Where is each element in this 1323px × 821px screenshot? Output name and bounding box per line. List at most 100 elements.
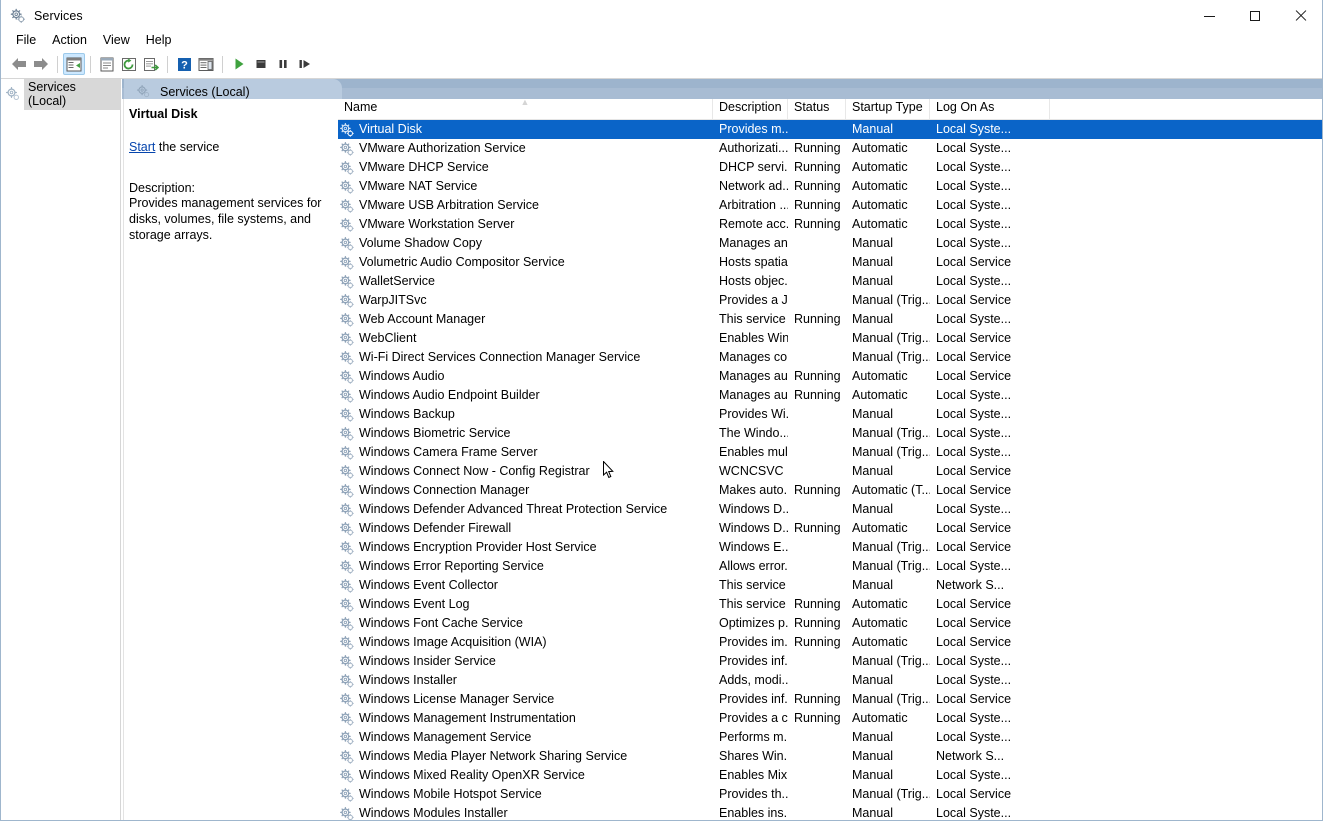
table-row[interactable]: Windows Audio Manages au... Running Automat… [338, 367, 1322, 386]
table-row[interactable]: Windows Insider Service Provides inf... Ma… [338, 652, 1322, 671]
cell-startup: Manual (Trig... [852, 787, 930, 801]
table-row[interactable]: VMware Workstation Server Remote acc... Ru… [338, 215, 1322, 234]
table-row[interactable]: VMware DHCP Service DHCP servi... Running A… [338, 158, 1322, 177]
cell-name: Wi-Fi Direct Services Connection Manager… [338, 348, 713, 367]
start-service-link[interactable]: Start [129, 140, 155, 154]
service-gear-icon [339, 768, 355, 784]
pause-service-icon[interactable] [272, 53, 294, 75]
service-action-rest: the service [155, 140, 220, 154]
column-header-desc[interactable]: Description [713, 99, 788, 119]
table-row[interactable]: Volume Shadow Copy Manages an... Manual Loc… [338, 234, 1322, 253]
table-row[interactable]: VMware USB Arbitration Service Arbitratio… [338, 196, 1322, 215]
table-row[interactable]: Windows Event Collector This service ... M… [338, 576, 1322, 595]
table-row[interactable]: VMware Authorization Service Authorizati.… [338, 139, 1322, 158]
start-service-icon[interactable] [228, 53, 250, 75]
table-row[interactable]: Windows Defender Advanced Threat Protect… [338, 500, 1322, 519]
cell-logon: Local Syste... [936, 654, 1012, 668]
table-row[interactable]: Windows Connect Now - Config Registrar WC… [338, 462, 1322, 481]
table-row[interactable]: Web Account Manager This service ... Runni… [338, 310, 1322, 329]
cell-startup: Automatic [852, 597, 908, 611]
cell-startup: Manual [852, 749, 893, 763]
cell-desc: Provides a Jl... [719, 293, 788, 307]
cell-name: Windows Management Instrumentation [338, 709, 713, 728]
window-title: Services [34, 9, 83, 23]
maximize-button[interactable] [1232, 0, 1278, 32]
stop-service-icon[interactable] [250, 53, 272, 75]
sidebar-item-services-local[interactable]: Services (Local) [1, 78, 120, 110]
cell-name: Windows Media Player Network Sharing Ser… [338, 747, 713, 766]
column-header-name[interactable]: Name ▲ [338, 99, 713, 119]
table-row[interactable]: Virtual Disk Provides m... Manual Local Sys… [338, 120, 1322, 139]
cell-status: Running [794, 179, 841, 193]
show-hide-action-pane-icon[interactable] [195, 53, 217, 75]
table-row[interactable]: Windows Media Player Network Sharing Ser… [338, 747, 1322, 766]
close-button[interactable] [1278, 0, 1322, 32]
show-hide-tree-icon[interactable] [63, 53, 85, 75]
table-row[interactable]: Windows Biometric Service The Windo... Man… [338, 424, 1322, 443]
window-controls [1186, 0, 1322, 32]
cell-name: VMware USB Arbitration Service [338, 196, 713, 215]
cell-logon: Local Service [936, 635, 1012, 649]
table-row[interactable]: Windows Connection Manager Makes auto... R… [338, 481, 1322, 500]
restart-service-icon[interactable] [294, 53, 316, 75]
table-row[interactable]: Windows Image Acquisition (WIA) Provides … [338, 633, 1322, 652]
service-name-label: Windows Audio Endpoint Builder [359, 388, 540, 402]
table-row[interactable]: Windows Defender Firewall Windows D... Run… [338, 519, 1322, 538]
cell-desc: Provides Wi... [719, 407, 788, 421]
table-row[interactable]: Windows Encryption Provider Host Service… [338, 538, 1322, 557]
table-row[interactable]: Windows Installer Adds, modi... Manual Loca… [338, 671, 1322, 690]
table-row[interactable]: Windows Audio Endpoint Builder Manages au… [338, 386, 1322, 405]
refresh-icon[interactable] [118, 53, 140, 75]
menu-action[interactable]: Action [44, 31, 95, 50]
table-row[interactable]: Windows Modules Installer Enables ins... M… [338, 804, 1322, 820]
back-icon[interactable] [8, 53, 30, 75]
table-row[interactable]: WalletService Hosts objec... Manual Local S… [338, 272, 1322, 291]
export-list-icon[interactable] [140, 53, 162, 75]
table-row[interactable]: WarpJITSvc Provides a Jl... Manual (Trig..… [338, 291, 1322, 310]
table-row[interactable]: Windows Error Reporting Service Allows er… [338, 557, 1322, 576]
table-row[interactable]: Windows Font Cache Service Optimizes p...… [338, 614, 1322, 633]
service-name-label: VMware Workstation Server [359, 217, 515, 231]
cell-name: Windows Backup [338, 405, 713, 424]
cell-name: Windows Modules Installer [338, 804, 713, 820]
table-row[interactable]: Windows Mobile Hotspot Service Provides t… [338, 785, 1322, 804]
cell-name: VMware Workstation Server [338, 215, 713, 234]
table-row[interactable]: WebClient Enables Win... Manual (Trig... Lo… [338, 329, 1322, 348]
table-row[interactable]: Windows Camera Frame Server Enables mul..… [338, 443, 1322, 462]
minimize-button[interactable] [1186, 0, 1232, 32]
menu-help[interactable]: Help [138, 31, 180, 50]
cell-desc: Provides th... [719, 787, 788, 801]
services-table: Name ▲ Description Status Startup Type Log On… [338, 99, 1322, 820]
cell-name: Windows Mixed Reality OpenXR Service [338, 766, 713, 785]
table-row[interactable]: Windows License Manager Service Provides … [338, 690, 1322, 709]
table-row[interactable]: Windows Management Instrumentation Provid… [338, 709, 1322, 728]
help-icon[interactable]: ? [173, 53, 195, 75]
table-row[interactable]: Windows Backup Provides Wi... Manual Local … [338, 405, 1322, 424]
cell-name: Volumetric Audio Compositor Service [338, 253, 713, 272]
cell-name: Windows Error Reporting Service [338, 557, 713, 576]
cell-startup: Manual [852, 236, 893, 250]
service-name-label: Wi-Fi Direct Services Connection Manager… [359, 350, 641, 364]
page-title: Virtual Disk [129, 107, 198, 121]
table-row[interactable]: VMware NAT Service Network ad... Running Au… [338, 177, 1322, 196]
cell-desc: Optimizes p... [719, 616, 788, 630]
table-row[interactable]: Wi-Fi Direct Services Connection Manager… [338, 348, 1322, 367]
service-name-label: Windows Error Reporting Service [359, 559, 544, 573]
table-row[interactable]: Windows Event Log This service ... Running… [338, 595, 1322, 614]
service-gear-icon [339, 635, 355, 651]
menu-view[interactable]: View [95, 31, 138, 50]
forward-icon[interactable] [30, 53, 52, 75]
column-header-startup[interactable]: Startup Type [846, 99, 930, 119]
properties-icon[interactable] [96, 53, 118, 75]
service-name-label: VMware Authorization Service [359, 141, 526, 155]
column-header-status[interactable]: Status [788, 99, 846, 119]
cell-name: VMware DHCP Service [338, 158, 713, 177]
service-gear-icon [339, 407, 355, 423]
cell-name: VMware Authorization Service [338, 139, 713, 158]
menu-file[interactable]: File [8, 31, 44, 50]
table-row[interactable]: Volumetric Audio Compositor Service Hosts… [338, 253, 1322, 272]
table-row[interactable]: Windows Management Service Performs m... M… [338, 728, 1322, 747]
table-row[interactable]: Windows Mixed Reality OpenXR Service Enab… [338, 766, 1322, 785]
cell-desc: Provides inf... [719, 654, 788, 668]
column-header-logon[interactable]: Log On As [930, 99, 1050, 119]
